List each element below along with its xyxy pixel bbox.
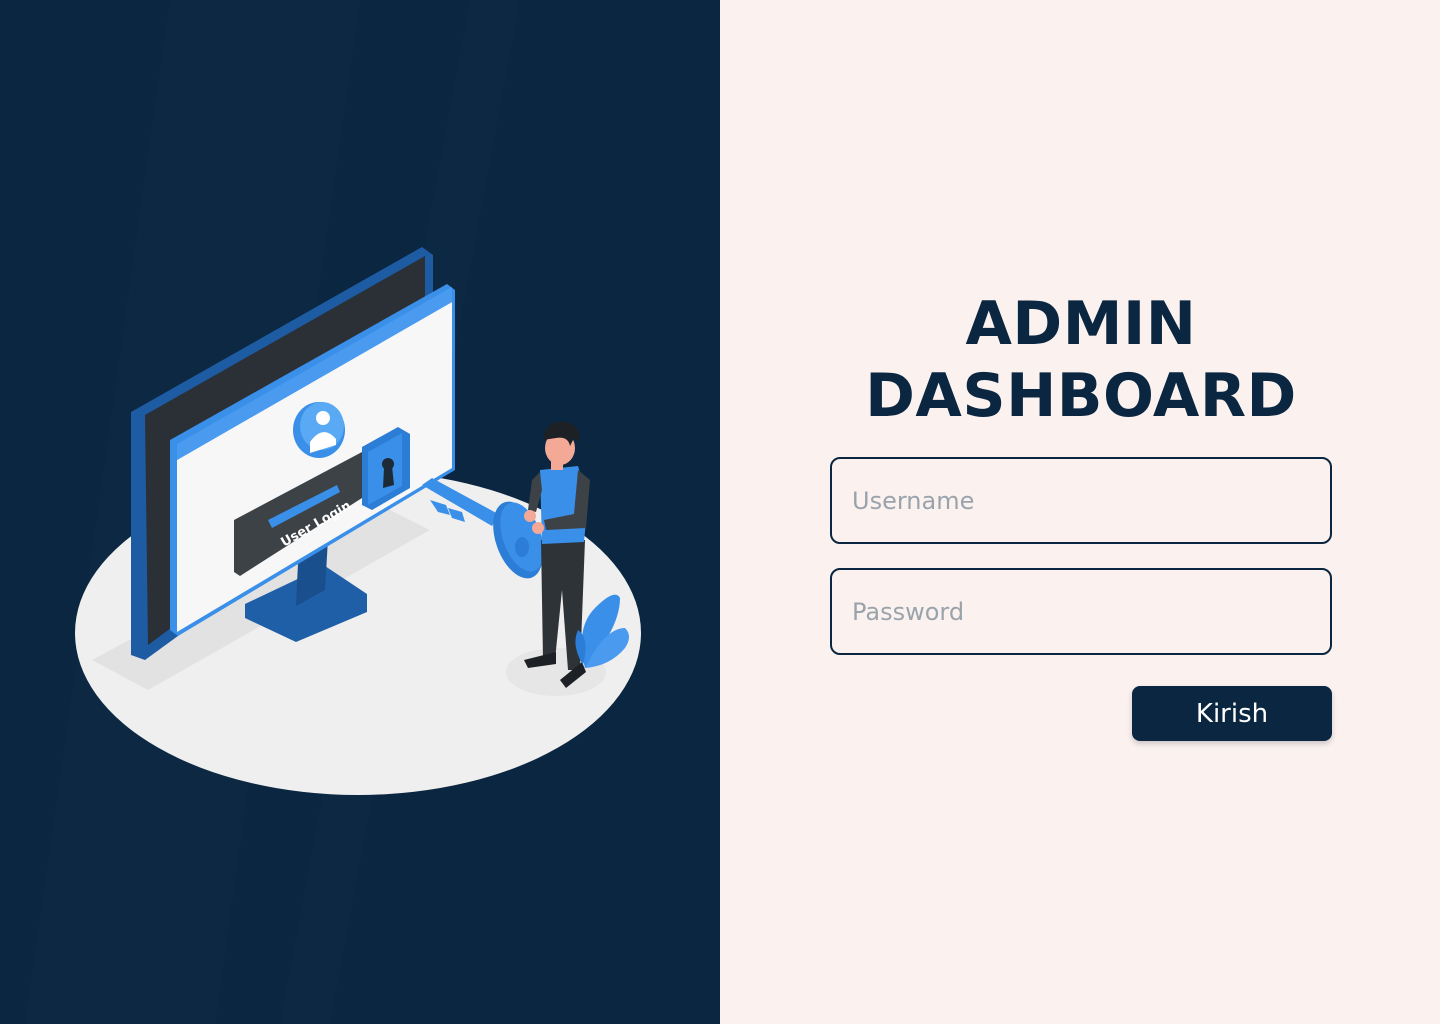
login-form: ADMIN DASHBOARD Kirish [830, 288, 1332, 741]
user-login-illustration: User Login [75, 247, 641, 795]
password-input[interactable] [830, 568, 1332, 655]
username-input[interactable] [830, 457, 1332, 544]
button-row: Kirish [830, 686, 1332, 741]
illustration-panel: User Login [0, 0, 720, 1024]
login-page: User Login ADMIN DASHBOARD Username Kiri… [0, 0, 1440, 1024]
title-line-2: DASHBOARD [865, 361, 1297, 431]
title-line-1: ADMIN [965, 289, 1197, 359]
page-title: ADMIN DASHBOARD [830, 288, 1332, 432]
login-button[interactable]: Kirish [1132, 686, 1332, 741]
user-avatar-icon [293, 402, 345, 458]
login-panel: ADMIN DASHBOARD Kirish [720, 0, 1440, 1024]
